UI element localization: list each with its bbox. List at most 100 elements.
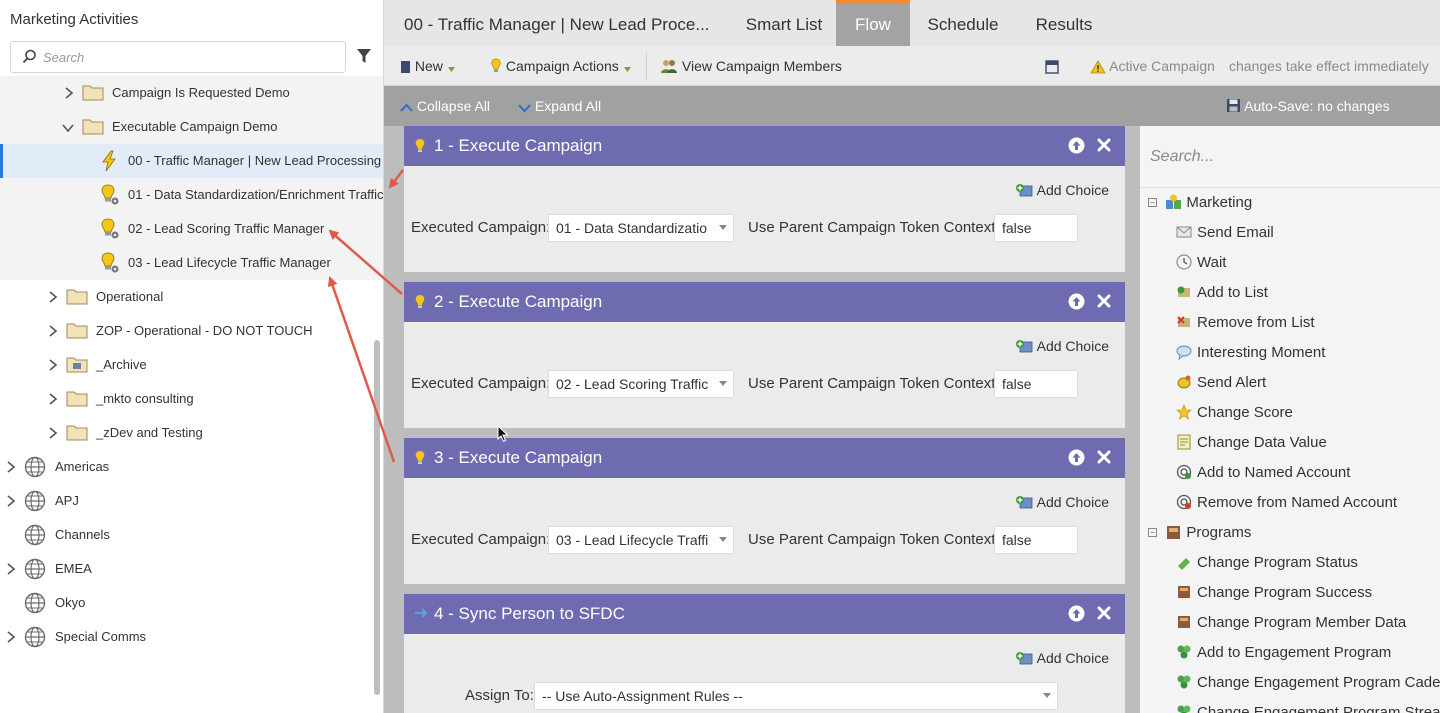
collapse-toggle-icon[interactable]: − xyxy=(1148,198,1157,207)
executed-campaign-select[interactable]: 02 - Lead Scoring Traffic xyxy=(548,370,734,398)
palette-item-change-score[interactable]: Change Score xyxy=(1176,404,1293,421)
palette-item-send-email[interactable]: Send Email xyxy=(1176,224,1274,241)
select-value: -- Use Auto-Assignment Rules -- xyxy=(542,688,743,704)
palette-item-change-engagement-cadence[interactable]: Change Engagement Program Cadence xyxy=(1176,674,1440,691)
tree-folder-operational[interactable]: Operational xyxy=(0,280,383,314)
palette-item-label: Add to List xyxy=(1197,284,1268,301)
palette-item-wait[interactable]: Wait xyxy=(1176,254,1226,271)
chevron-right-icon[interactable] xyxy=(6,563,16,578)
filter-icon[interactable] xyxy=(356,48,372,69)
people-icon xyxy=(660,58,678,74)
palette-group-marketing[interactable]: − Marketing xyxy=(1148,194,1252,211)
chevron-right-icon[interactable] xyxy=(48,325,58,340)
chevron-right-icon[interactable] xyxy=(6,461,16,476)
chevron-right-icon[interactable] xyxy=(6,631,16,646)
token-context-input[interactable]: false xyxy=(994,526,1078,554)
chevron-right-icon[interactable] xyxy=(64,87,74,102)
flow-step-header[interactable]: 1 - Execute Campaign xyxy=(404,126,1125,166)
tree-search-input[interactable] xyxy=(41,47,331,67)
move-up-icon[interactable] xyxy=(1068,605,1085,627)
view-campaign-members-button[interactable]: View Campaign Members xyxy=(660,58,842,74)
executed-campaign-select[interactable]: 03 - Lead Lifecycle Traffi xyxy=(548,526,734,554)
tree-workspace-special-comms[interactable]: Special Comms xyxy=(0,620,383,654)
tree-workspace-emea[interactable]: EMEA xyxy=(0,552,383,586)
chevron-right-icon[interactable] xyxy=(48,427,58,442)
chevron-right-icon[interactable] xyxy=(48,393,58,408)
token-context-label: Use Parent Campaign Token Context: xyxy=(748,375,1000,392)
dropdown-arrow-icon xyxy=(719,381,727,386)
palette-item-add-to-engagement-program[interactable]: Add to Engagement Program xyxy=(1176,644,1391,661)
move-up-icon[interactable] xyxy=(1068,449,1085,471)
add-choice-button[interactable]: Add Choice xyxy=(1015,182,1109,198)
flow-step-header[interactable]: 3 - Execute Campaign xyxy=(404,438,1125,478)
palette-item-change-program-member-data[interactable]: Change Program Member Data xyxy=(1176,614,1406,631)
mouse-cursor-icon xyxy=(497,424,509,448)
tab-results[interactable]: Results xyxy=(1016,0,1112,46)
tree-folder-archive[interactable]: _Archive xyxy=(0,348,383,382)
tree-workspace-americas[interactable]: Americas xyxy=(0,450,383,484)
assign-to-select[interactable]: -- Use Auto-Assignment Rules -- xyxy=(534,682,1058,710)
tree-folder-campaign-is-requested-demo[interactable]: Campaign Is Requested Demo xyxy=(0,76,383,110)
add-choice-button[interactable]: Add Choice xyxy=(1015,338,1109,354)
delete-step-icon[interactable] xyxy=(1096,137,1112,158)
move-up-icon[interactable] xyxy=(1068,137,1085,159)
chevron-right-icon[interactable] xyxy=(6,495,16,510)
chevron-down-icon[interactable] xyxy=(62,121,74,136)
tree-scrollbar[interactable] xyxy=(374,340,380,695)
flow-step-4[interactable]: 4 - Sync Person to SFDC Add Choice Assig… xyxy=(404,594,1125,713)
chevron-right-icon[interactable] xyxy=(48,359,58,374)
palette-item-add-to-list[interactable]: Add to List xyxy=(1176,284,1268,301)
move-up-icon[interactable] xyxy=(1068,293,1085,315)
flow-step-3[interactable]: 3 - Execute Campaign Add Choice Executed… xyxy=(404,438,1125,584)
flow-step-title: 3 - Execute Campaign xyxy=(434,448,603,467)
flow-step-header[interactable]: 2 - Execute Campaign xyxy=(404,282,1125,322)
collapse-all-button[interactable]: Collapse All xyxy=(400,98,490,114)
tree-folder-zdev-and-testing[interactable]: _zDev and Testing xyxy=(0,416,383,450)
palette-item-send-alert[interactable]: Send Alert xyxy=(1176,374,1266,391)
layout-toggle-icon[interactable] xyxy=(1045,58,1059,74)
palette-group-programs[interactable]: − Programs xyxy=(1148,524,1251,541)
tree-campaign-03-lead-lifecycle[interactable]: 03 - Lead Lifecycle Traffic Manager xyxy=(0,246,383,280)
tab-flow[interactable]: Flow xyxy=(836,0,910,46)
add-choice-button[interactable]: Add Choice xyxy=(1015,494,1109,510)
tree-folder-mkto-consulting[interactable]: _mkto consulting xyxy=(0,382,383,416)
palette-search-input[interactable]: Search... xyxy=(1150,148,1214,166)
tree-campaign-01-data-standardization[interactable]: 01 - Data Standardization/Enrichment Tra… xyxy=(0,178,383,212)
executed-campaign-label: Executed Campaign: xyxy=(411,375,551,392)
tree-folder-zop-operational[interactable]: ZOP - Operational - DO NOT TOUCH xyxy=(0,314,383,348)
flow-step-2[interactable]: 2 - Execute Campaign Add Choice Executed… xyxy=(404,282,1125,428)
expand-all-label: Expand All xyxy=(534,98,602,114)
flow-step-1[interactable]: 1 - Execute Campaign Add Choice Executed… xyxy=(404,126,1125,272)
palette-item-remove-from-named-account[interactable]: Remove from Named Account xyxy=(1176,494,1397,511)
palette-item-change-program-status[interactable]: Change Program Status xyxy=(1176,554,1358,571)
flow-step-header[interactable]: 4 - Sync Person to SFDC xyxy=(404,594,1125,634)
palette-item-change-engagement-stream[interactable]: Change Engagement Program Stream xyxy=(1176,704,1440,713)
tree-item-label: APJ xyxy=(55,493,79,508)
tab-smart-list[interactable]: Smart List xyxy=(721,0,847,46)
token-context-input[interactable]: false xyxy=(994,370,1078,398)
new-menu-button[interactable]: New xyxy=(400,58,456,74)
tree-search-box[interactable] xyxy=(10,41,346,73)
tree-campaign-02-lead-scoring[interactable]: 02 - Lead Scoring Traffic Manager xyxy=(0,212,383,246)
palette-item-add-to-named-account[interactable]: Add to Named Account xyxy=(1176,464,1350,481)
tree-campaign-00-traffic-manager[interactable]: 00 - Traffic Manager | New Lead Processi… xyxy=(0,144,383,178)
palette-item-remove-from-list[interactable]: Remove from List xyxy=(1176,314,1315,331)
expand-all-button[interactable]: Expand All xyxy=(518,98,601,114)
executed-campaign-select[interactable]: 01 - Data Standardizatio xyxy=(548,214,734,242)
palette-item-change-data-value[interactable]: Change Data Value xyxy=(1176,434,1327,451)
tree-workspace-okyo[interactable]: Okyo xyxy=(0,586,383,620)
delete-step-icon[interactable] xyxy=(1096,605,1112,626)
tree-workspace-channels[interactable]: Channels xyxy=(0,518,383,552)
tree-folder-executable-campaign-demo[interactable]: Executable Campaign Demo xyxy=(0,110,383,144)
tab-schedule[interactable]: Schedule xyxy=(910,0,1016,46)
tree-workspace-apj[interactable]: APJ xyxy=(0,484,383,518)
palette-item-interesting-moment[interactable]: Interesting Moment xyxy=(1176,344,1325,361)
palette-item-change-program-success[interactable]: Change Program Success xyxy=(1176,584,1372,601)
delete-step-icon[interactable] xyxy=(1096,293,1112,314)
collapse-toggle-icon[interactable]: − xyxy=(1148,528,1157,537)
delete-step-icon[interactable] xyxy=(1096,449,1112,470)
token-context-input[interactable]: false xyxy=(994,214,1078,242)
chevron-right-icon[interactable] xyxy=(48,291,58,306)
add-choice-button[interactable]: Add Choice xyxy=(1015,650,1109,666)
campaign-actions-button[interactable]: Campaign Actions xyxy=(490,58,632,74)
